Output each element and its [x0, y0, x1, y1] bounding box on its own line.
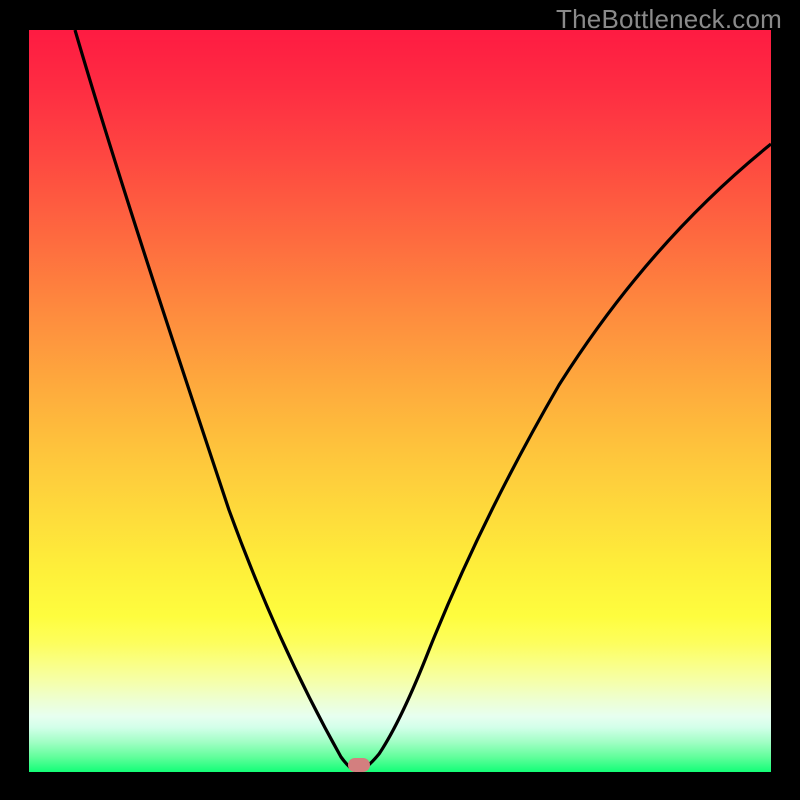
plot-area [29, 30, 771, 772]
bottleneck-curve [29, 30, 771, 772]
min-point-marker [348, 758, 370, 772]
chart-frame: TheBottleneck.com [0, 0, 800, 800]
